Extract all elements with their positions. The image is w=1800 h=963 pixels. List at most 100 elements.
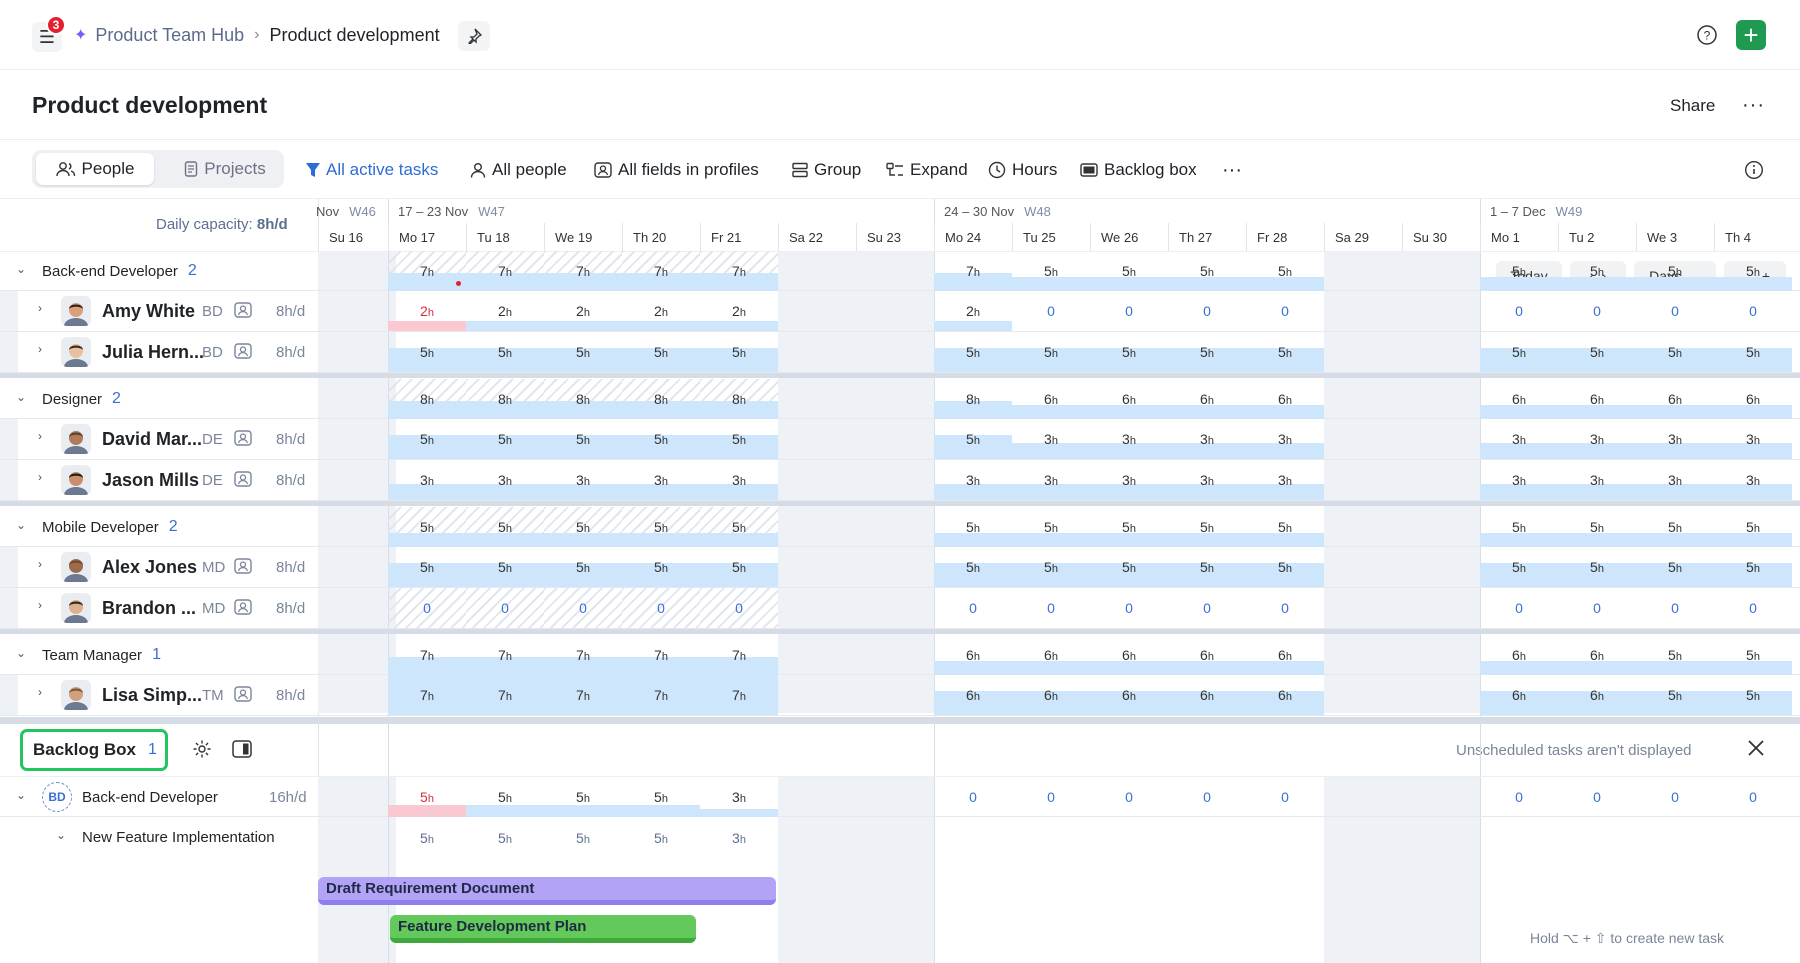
day-cell[interactable]: 0 [1558,588,1636,628]
day-cell[interactable]: 6h [1480,635,1558,675]
day-cell[interactable]: 5h [466,818,544,858]
day-cell[interactable]: 5h [934,332,1012,372]
person-expand-chevron[interactable]: › [38,685,42,699]
day-cell[interactable]: 6h [1480,379,1558,419]
day-cell[interactable]: 5h [1090,332,1168,372]
day-cell[interactable]: 8h [544,379,622,419]
day-cell[interactable]: 3h [1012,419,1090,459]
day-cell[interactable]: 5h [1636,332,1714,372]
close-backlog-button[interactable] [1746,738,1766,763]
day-cell[interactable]: 5h [544,547,622,587]
day-cell[interactable]: 7h [700,675,778,715]
hours-button[interactable]: Hours [988,158,1057,182]
day-cell[interactable]: 5h [1012,547,1090,587]
day-cell[interactable]: 8h [466,379,544,419]
day-cell[interactable]: 3h [1558,460,1636,500]
day-cell[interactable]: 3h [622,460,700,500]
day-cell[interactable]: 5h [934,547,1012,587]
day-cell[interactable]: 3h [1480,460,1558,500]
day-cell[interactable]: 5h [1168,507,1246,547]
day-cell[interactable]: 0 [1168,291,1246,331]
day-cell[interactable]: 5h [1636,675,1714,715]
day-cell[interactable]: 0 [700,588,778,628]
day-cell[interactable]: 0 [934,588,1012,628]
pin-button[interactable] [458,21,490,51]
day-cell[interactable]: 5h [1090,251,1168,291]
day-cell[interactable]: 3h [1558,419,1636,459]
day-cell[interactable]: 2h [388,291,466,331]
day-cell[interactable]: 5h [544,332,622,372]
group-collapse-chevron[interactable]: ⌄ [16,262,26,276]
day-cell[interactable]: 0 [1246,291,1324,331]
person-name[interactable]: Lisa Simp... [102,685,202,706]
day-cell[interactable]: 2h [934,291,1012,331]
day-cell[interactable]: 7h [388,251,466,291]
day-cell[interactable]: 6h [934,675,1012,715]
more-menu-button[interactable]: ··· [1742,94,1765,117]
day-cell[interactable]: 6h [1636,379,1714,419]
day-cell[interactable]: 3h [1246,460,1324,500]
day-cell[interactable]: 2h [700,291,778,331]
day-cell[interactable]: 5h [388,332,466,372]
day-cell[interactable]: 0 [1012,777,1090,817]
breadcrumb-hub[interactable]: Product Team Hub [95,25,244,46]
day-cell[interactable]: 6h [1012,675,1090,715]
breadcrumb-page[interactable]: Product development [269,25,439,46]
day-cell[interactable]: 2h [622,291,700,331]
backlog-box-button[interactable]: Backlog box [1080,158,1197,182]
day-cell[interactable]: 6h [1558,635,1636,675]
group-collapse-chevron[interactable]: ⌄ [16,518,26,532]
backlog-divider[interactable] [0,717,1800,724]
day-cell[interactable]: 5h [1168,332,1246,372]
day-cell[interactable]: 6h [1012,635,1090,675]
person-name[interactable]: David Mar... [102,429,202,450]
day-cell[interactable]: 5h [700,419,778,459]
day-cell[interactable]: 6h [1246,675,1324,715]
group-button[interactable]: Group [792,158,861,182]
fields-button[interactable]: All fields in profiles [594,158,759,182]
day-cell[interactable]: 3h [1246,419,1324,459]
day-cell[interactable]: 5h [388,777,466,817]
day-cell[interactable]: 3h [934,460,1012,500]
day-cell[interactable]: 3h [1090,460,1168,500]
day-cell[interactable]: 0 [1558,777,1636,817]
day-cell[interactable]: 5h [700,547,778,587]
day-cell[interactable]: 7h [934,251,1012,291]
day-cell[interactable]: 0 [544,588,622,628]
profile-icon[interactable] [234,558,252,579]
day-cell[interactable]: 5h [1246,332,1324,372]
day-cell[interactable]: 7h [544,675,622,715]
person-name[interactable]: Julia Hern... [102,342,204,363]
day-cell[interactable]: 7h [622,251,700,291]
day-cell[interactable]: 6h [1090,379,1168,419]
day-cell[interactable]: 8h [388,379,466,419]
day-cell[interactable]: 6h [1090,675,1168,715]
day-cell[interactable]: 5h [1714,675,1792,715]
person-expand-chevron[interactable]: › [38,470,42,484]
day-cell[interactable]: 3h [700,460,778,500]
day-cell[interactable]: 5h [622,777,700,817]
day-cell[interactable]: 0 [1480,291,1558,331]
day-cell[interactable]: 0 [1636,777,1714,817]
day-cell[interactable]: 0 [388,588,466,628]
day-cell[interactable]: 5h [1168,251,1246,291]
day-cell[interactable]: 0 [1012,291,1090,331]
day-cell[interactable]: 3h [466,460,544,500]
day-cell[interactable]: 0 [1168,588,1246,628]
backlog-group-chevron[interactable]: ⌄ [16,788,26,802]
day-cell[interactable]: 6h [1558,379,1636,419]
day-cell[interactable]: 5h [1012,507,1090,547]
person-name[interactable]: Brandon ... [102,598,196,619]
profile-icon[interactable] [234,686,252,707]
day-cell[interactable]: 6h [934,635,1012,675]
day-cell[interactable]: 5h [1480,547,1558,587]
day-cell[interactable]: 5h [1246,251,1324,291]
person-name[interactable]: Amy White [102,301,195,322]
day-cell[interactable]: 5h [1636,635,1714,675]
day-cell[interactable]: 5h [1636,507,1714,547]
day-cell[interactable]: 5h [544,777,622,817]
day-cell[interactable]: 8h [700,379,778,419]
day-cell[interactable]: 3h [1090,419,1168,459]
day-cell[interactable]: 5h [1714,635,1792,675]
task-bar[interactable]: Draft Requirement Document [318,877,776,905]
